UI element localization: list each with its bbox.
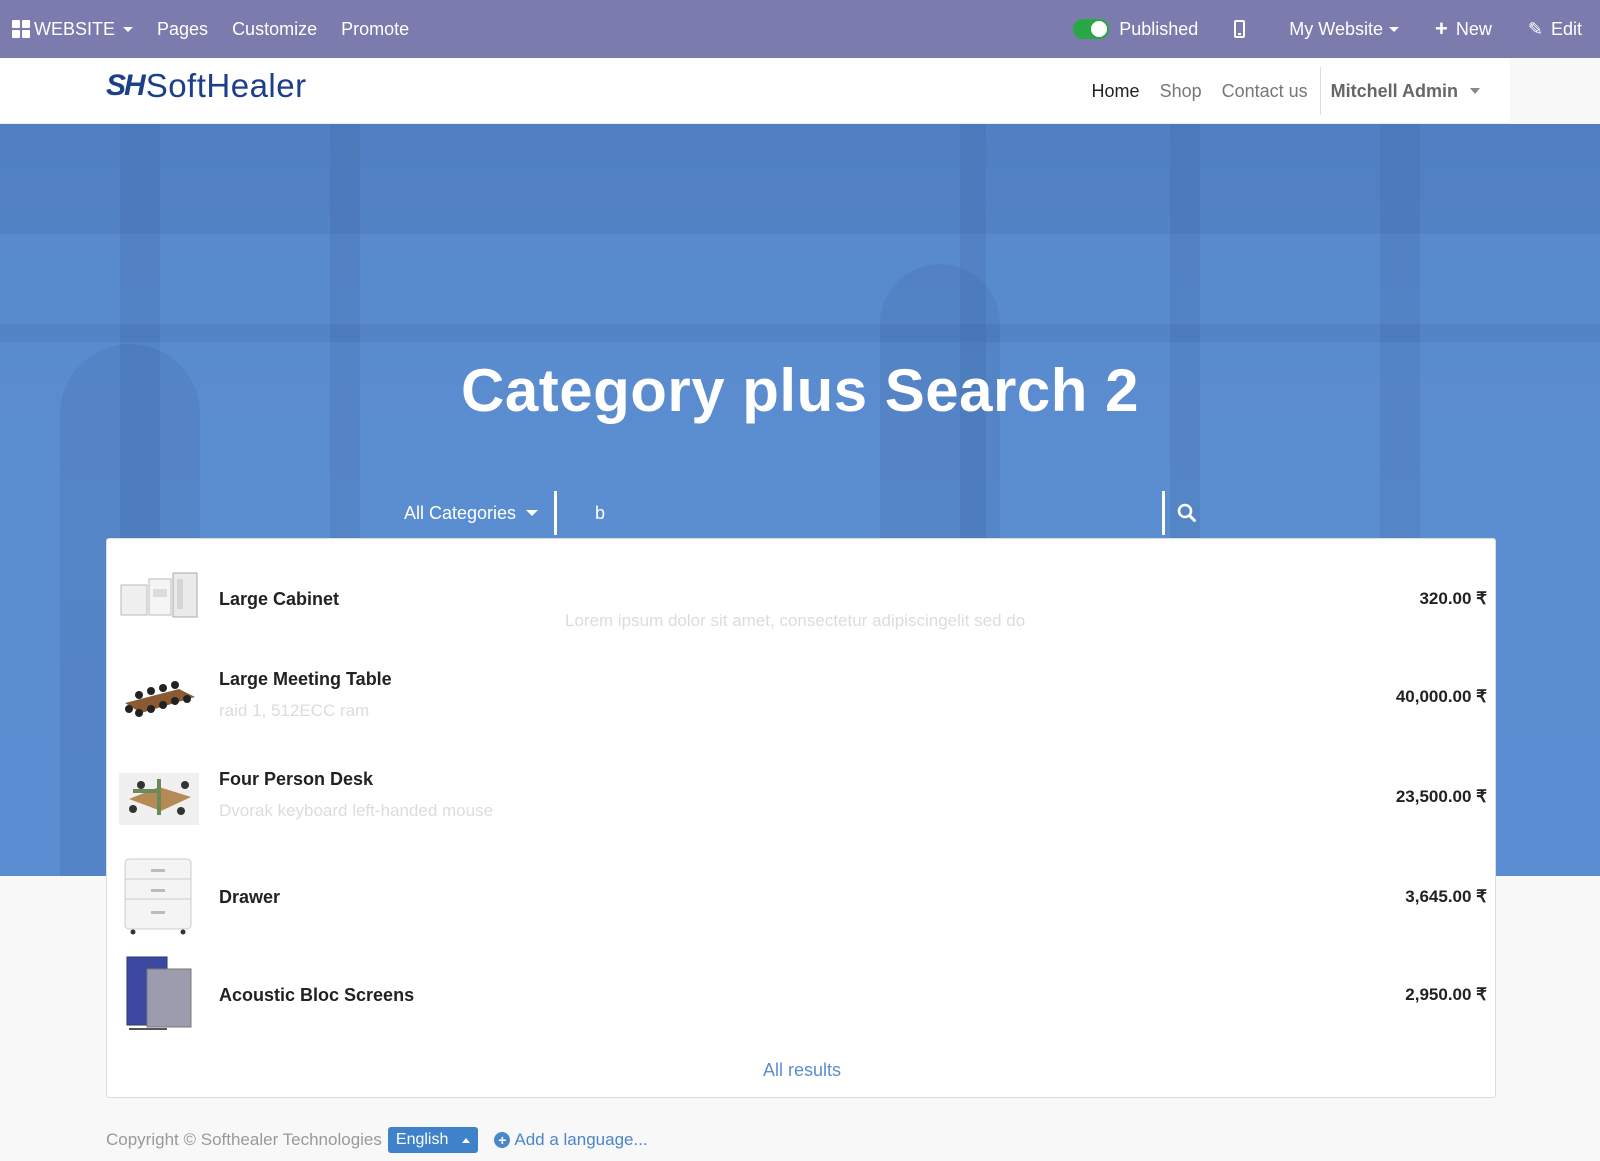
result-name: Drawer — [219, 887, 281, 907]
nav-home[interactable]: Home — [1082, 81, 1150, 102]
result-name: Acoustic Bloc Screens — [219, 985, 415, 1005]
published-label: Published — [1119, 18, 1199, 39]
apps-grid-icon — [12, 20, 30, 38]
result-price: 2,950.00 ₹ — [1405, 985, 1487, 1004]
pages-menu[interactable]: Pages — [145, 0, 220, 58]
plus-circle-icon: + — [494, 1132, 511, 1148]
user-name: Mitchell Admin — [1330, 80, 1458, 101]
footer: Copyright © Softhealer Technologies Engl… — [106, 1124, 648, 1156]
product-thumbnail — [124, 858, 192, 935]
chevron-down-icon — [526, 510, 539, 516]
logo-mark: SH — [106, 69, 146, 102]
nav-contact-us[interactable]: Contact us — [1212, 81, 1318, 102]
chevron-down-icon — [1389, 26, 1399, 32]
customize-menu[interactable]: Customize — [220, 0, 329, 58]
result-price: 320.00 ₹ — [1419, 589, 1487, 608]
add-language-link[interactable]: + Add a language... — [494, 1130, 648, 1150]
site-header: SH SoftHealer Home Shop Contact us Mitch… — [0, 58, 1510, 124]
all-results-link[interactable]: All results — [107, 1060, 1497, 1081]
result-description: raid 1, 512ECC ram — [219, 701, 370, 720]
published-toggle[interactable]: Published — [1061, 0, 1222, 58]
language-selector[interactable]: English — [387, 1127, 479, 1153]
mobile-preview-button[interactable] — [1222, 0, 1277, 58]
search-results-dropdown: Large Cabinet Lorem ipsum dolor sit amet… — [106, 538, 1496, 1098]
search-bar: All Categories — [404, 490, 1209, 536]
plus-icon: + — [1435, 16, 1448, 41]
chevron-down-icon — [1470, 88, 1480, 94]
result-item[interactable]: Four Person Desk Dvorak keyboard left-ha… — [107, 749, 1497, 849]
website-menu-label: WEBSITE — [34, 18, 116, 39]
product-thumbnail — [119, 773, 199, 825]
result-description: Dvorak keyboard left-handed mouse — [219, 801, 494, 820]
result-price: 40,000.00 ₹ — [1395, 687, 1487, 706]
website-menu[interactable]: WEBSITE — [0, 0, 145, 58]
chevron-down-icon — [123, 26, 134, 32]
result-name: Large Cabinet — [219, 589, 340, 609]
edit-button[interactable]: ✎ Edit — [1516, 0, 1600, 58]
logo-text: SoftHealer — [145, 67, 307, 104]
my-website-menu[interactable]: My Website — [1277, 0, 1423, 58]
result-item[interactable]: Large Cabinet Lorem ipsum dolor sit amet… — [107, 549, 1497, 649]
product-thumbnail — [120, 572, 198, 618]
category-dropdown[interactable]: All Categories — [404, 490, 554, 536]
hero-background-shape — [0, 124, 1600, 234]
category-label: All Categories — [404, 502, 517, 523]
result-name: Large Meeting Table — [219, 669, 392, 689]
promote-menu[interactable]: Promote — [329, 0, 421, 58]
product-thumbnail — [126, 956, 192, 1030]
language-label: English — [395, 1131, 449, 1148]
search-icon — [1177, 503, 1196, 522]
chevron-up-icon — [462, 1137, 471, 1143]
result-price: 23,500.00 ₹ — [1395, 787, 1487, 806]
result-item[interactable]: Acoustic Bloc Screens 2,950.00 ₹ — [107, 949, 1497, 1049]
edit-label: Edit — [1550, 18, 1582, 39]
toggle-switch[interactable] — [1073, 19, 1110, 39]
new-button[interactable]: + New — [1423, 0, 1516, 58]
search-button[interactable] — [1165, 491, 1209, 535]
site-logo[interactable]: SH SoftHealer — [106, 67, 307, 104]
result-item[interactable]: Drawer 3,645.00 ₹ — [107, 849, 1497, 949]
pencil-icon: ✎ — [1527, 18, 1543, 39]
result-price: 3,645.00 ₹ — [1405, 887, 1487, 906]
copyright-text: Copyright © Softhealer Technologies — [106, 1130, 382, 1149]
user-menu[interactable]: Mitchell Admin — [1319, 67, 1490, 115]
admin-bar: WEBSITE Pages Customize Promote Publishe… — [0, 0, 1600, 58]
result-description: Lorem ipsum dolor sit amet, consectetur … — [565, 611, 1026, 630]
mobile-preview-icon — [1234, 20, 1246, 38]
add-language-label: Add a language... — [514, 1130, 648, 1149]
page-title: Category plus Search 2 — [461, 357, 1139, 424]
main-nav: Home Shop Contact us Mitchell Admin — [1082, 58, 1490, 124]
nav-shop[interactable]: Shop — [1150, 81, 1212, 102]
new-label: New — [1455, 18, 1492, 39]
my-website-label: My Website — [1289, 18, 1383, 39]
result-name: Four Person Desk — [219, 769, 374, 789]
hero-background-shape — [0, 324, 1600, 342]
product-thumbnail — [125, 681, 195, 717]
search-input[interactable] — [557, 491, 1162, 535]
result-item[interactable]: Large Meeting Table raid 1, 512ECC ram 4… — [107, 649, 1497, 749]
